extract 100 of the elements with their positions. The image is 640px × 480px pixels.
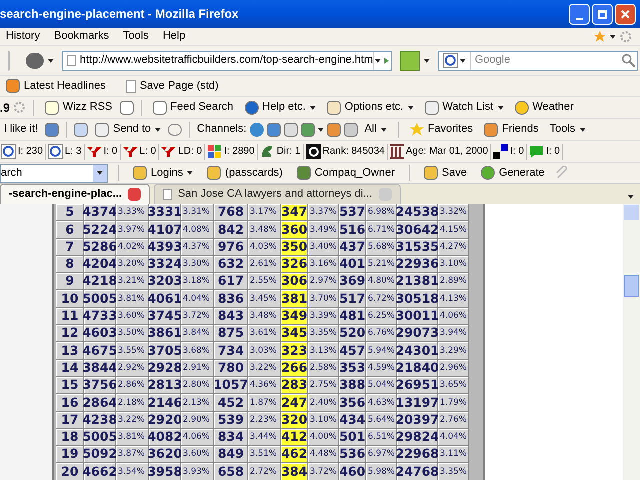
bookmark-item[interactable]: Latest Headlines <box>2 76 110 96</box>
count-cell: 516 <box>339 221 366 239</box>
count-cell: 3756 <box>84 376 116 394</box>
caret-icon <box>610 34 616 38</box>
count-cell: 21381 <box>397 273 438 290</box>
toolbar-button[interactable]: Save <box>420 164 472 182</box>
count-cell: 3861 <box>149 325 181 342</box>
seo-stat[interactable]: I: 0 <box>528 142 562 161</box>
menu-item[interactable]: Bookmarks <box>54 28 110 45</box>
percent-cell: 4.15% <box>438 221 469 239</box>
browser-tab[interactable]: -search-engine-plac... <box>0 184 150 204</box>
toolbar-button[interactable]: Logins <box>129 164 198 182</box>
count-cell: 539 <box>214 412 248 429</box>
star-icon <box>594 30 606 42</box>
count-cell: 875 <box>214 325 248 342</box>
count-cell: 976 <box>214 238 248 256</box>
seo-stat[interactable]: LD: 0 <box>160 142 204 161</box>
percent-cell: 3.68% <box>181 342 214 360</box>
row-number-cell: 16 <box>56 394 84 412</box>
bookmark-item[interactable]: Save Page (std) <box>122 76 223 96</box>
percent-cell: 4.00% <box>308 428 339 446</box>
percent-cell: 4.08% <box>181 221 214 239</box>
globe-icon[interactable] <box>250 122 264 136</box>
percent-cell: 3.29% <box>438 342 469 360</box>
menu-item[interactable]: Tools <box>123 28 149 45</box>
count-cell: 434 <box>339 412 366 429</box>
toolbar-button[interactable]: Weather <box>510 98 578 117</box>
menu-item[interactable]: History <box>6 28 40 45</box>
count-cell: 4374 <box>84 204 116 222</box>
browser-tab[interactable]: San Jose CA lawyers and attorneys di... <box>154 184 401 204</box>
speech-bubble-icon[interactable] <box>168 124 182 136</box>
seo-stat[interactable]: I: 230 <box>0 142 44 161</box>
count-cell: 780 <box>214 360 248 377</box>
menu-item[interactable]: Help <box>162 28 186 45</box>
percent-cell: 5.04% <box>366 376 397 394</box>
percent-cell: 3.32% <box>438 204 469 222</box>
seo-stat[interactable]: Rank: 845034 <box>304 142 386 161</box>
count-cell: 2928 <box>149 360 181 377</box>
seo-stat[interactable]: Dir: 1 <box>258 142 302 161</box>
percent-cell: 6.97% <box>366 446 397 464</box>
toolbar-button[interactable]: Generate <box>477 164 549 182</box>
maximize-button[interactable] <box>592 4 613 24</box>
percent-cell: 4.04% <box>438 428 469 446</box>
percent-cell: 3.81% <box>116 290 149 308</box>
seo-stat[interactable]: L: 3 <box>47 142 83 161</box>
percent-cell: 3.84% <box>181 325 214 342</box>
send-to-button[interactable]: Send to <box>91 120 166 139</box>
search-combo-field[interactable]: arch <box>0 164 108 182</box>
search-icon[interactable] <box>621 52 637 68</box>
toolbar-button[interactable]: (passcards) <box>203 164 287 182</box>
row-number-cell: 12 <box>56 325 84 342</box>
minimize-button[interactable] <box>569 4 590 24</box>
row-number-cell: 5 <box>56 204 84 222</box>
favorites-button[interactable]: Favorites <box>406 120 478 139</box>
gear-icon[interactable] <box>13 101 26 114</box>
percent-cell: 2.90% <box>181 412 214 429</box>
friends-button[interactable]: Friends <box>480 120 543 139</box>
count-cell: 369 <box>339 273 366 290</box>
percent-cell: 3.22% <box>116 412 149 429</box>
toolbar-icon <box>207 166 222 180</box>
close-tab-icon[interactable] <box>128 188 142 201</box>
address-field[interactable]: http://www.websitetrafficbuilders.com/top-search-engine.htm <box>62 50 392 70</box>
like-button[interactable]: I like it! <box>0 120 42 139</box>
caret-icon <box>424 58 430 62</box>
count-cell: 3705 <box>149 342 181 360</box>
percent-cell: 5.21% <box>366 256 397 274</box>
percent-cell: 5.98% <box>366 463 397 480</box>
toolbar-button[interactable]: Wizz RSS <box>41 98 117 117</box>
count-cell: 30011 <box>397 308 438 326</box>
count-cell: 3620 <box>149 446 181 464</box>
tools-menu[interactable]: Tools <box>546 120 590 139</box>
count-cell: 843 <box>214 308 248 326</box>
close-button[interactable] <box>615 4 636 24</box>
search-bar[interactable]: Google <box>438 50 638 70</box>
toolbar-button[interactable]: Compaq_Owner <box>292 164 399 182</box>
count-cell: 306 <box>281 273 308 290</box>
seo-stat[interactable]: I: 0 <box>492 142 526 161</box>
toolbar-button[interactable]: Feed Search <box>148 98 238 117</box>
toolbar-icon <box>45 100 60 114</box>
seo-stat[interactable]: L: 0 <box>122 142 158 161</box>
all-dropdown[interactable]: All <box>360 120 391 139</box>
toolbar-button[interactable]: Help etc. <box>240 98 320 117</box>
search-field[interactable]: Google <box>471 52 621 69</box>
toolbar-button[interactable]: Options etc. <box>322 98 418 117</box>
paperclip-icon[interactable] <box>554 166 569 180</box>
percent-cell: 3.70% <box>308 290 339 308</box>
toolbar-button[interactable]: Watch List <box>420 98 508 117</box>
scrollbar[interactable] <box>623 204 640 480</box>
caret-icon <box>48 58 54 62</box>
percent-cell: 3.93% <box>181 463 214 480</box>
count-cell: 4107 <box>149 221 181 239</box>
caret-icon <box>580 128 586 132</box>
seo-stat[interactable]: I: 2890 <box>206 142 256 161</box>
row-number-cell: 19 <box>56 446 84 464</box>
percent-cell: 6.76% <box>366 325 397 342</box>
count-cell: 20397 <box>397 412 438 429</box>
count-cell: 537 <box>339 204 366 222</box>
seo-stat[interactable]: Age: Mar 01, 2000 <box>389 142 490 161</box>
toolbar-icon <box>481 166 496 180</box>
seo-stat[interactable]: I: 0 <box>86 142 119 161</box>
